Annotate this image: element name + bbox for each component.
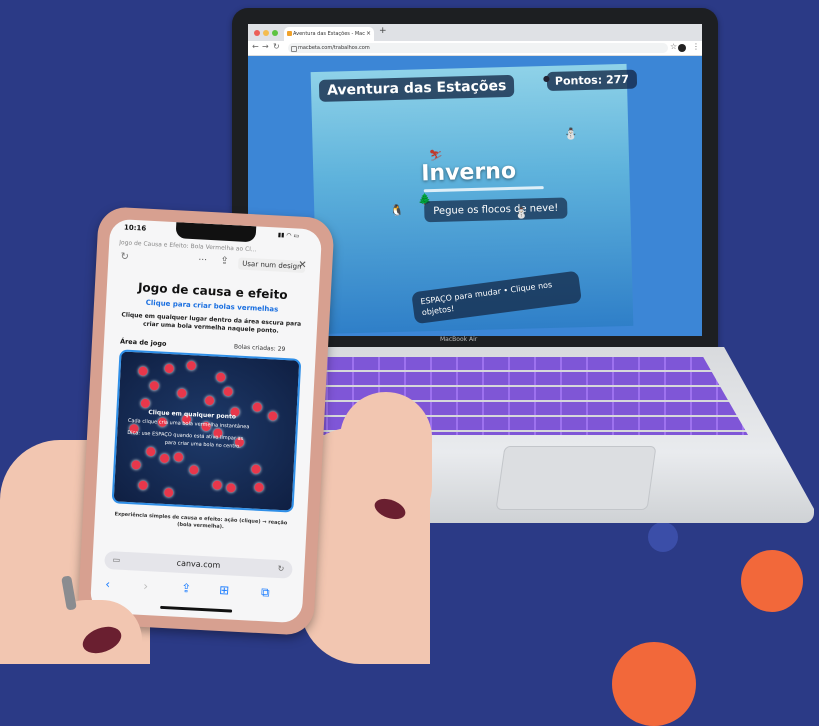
back-icon[interactable]: ‹	[105, 577, 111, 591]
red-ball[interactable]	[204, 395, 215, 406]
lock-icon	[291, 46, 297, 52]
snowman-icon[interactable]: ⛄	[564, 127, 578, 140]
profile-avatar-icon[interactable]	[678, 44, 686, 52]
address-bar[interactable]: ▭ canva.com ↻	[104, 550, 293, 579]
game-title: Aventura das Estações	[318, 74, 515, 102]
safari-bottom-bar: ‹ › ⇪ ⊞ ⧉	[91, 574, 304, 607]
red-ball[interactable]	[226, 483, 236, 493]
season-title: Inverno	[420, 158, 517, 187]
favicon-icon	[287, 31, 292, 36]
share-icon[interactable]: ⇪	[220, 256, 229, 267]
tabs-overview-icon[interactable]: ⧉	[261, 585, 270, 600]
red-ball[interactable]	[164, 363, 174, 374]
overlay-tip: para criar uma bola no centro.	[164, 439, 241, 450]
red-ball[interactable]	[173, 452, 184, 462]
red-ball[interactable]	[163, 487, 174, 498]
reload-icon[interactable]: ↻	[273, 42, 280, 51]
red-ball[interactable]	[186, 360, 197, 371]
use-design-button[interactable]: Usar num design	[237, 257, 306, 273]
red-ball[interactable]	[216, 372, 226, 382]
window-maximize-button[interactable]	[272, 30, 278, 36]
menu-dots-icon[interactable]: ⋮	[692, 42, 700, 51]
game-score: Pontos: 277	[546, 69, 638, 91]
play-area[interactable]: Clique em qualquer ponto Cada clique cri…	[111, 349, 302, 513]
red-ball[interactable]	[140, 398, 151, 409]
controls-hint: ESPAÇO para mudar • Clique nos objetos!	[411, 270, 582, 325]
browser-tab[interactable]: Aventura das Estações - Mac ×	[284, 27, 374, 41]
laptop-brand-label: MacBook Air	[440, 336, 478, 343]
phone: 10:16 ▮▮ ◠ ▭ Jogo de Causa e Efeito: Bol…	[77, 206, 335, 636]
balls-counter: Bolas criadas: 29	[233, 343, 286, 354]
bookmarks-icon[interactable]: ⊞	[219, 583, 230, 598]
red-ball[interactable]	[251, 464, 261, 474]
snowflake-icon[interactable]: ●	[543, 74, 550, 83]
address-text: canva.com	[176, 558, 221, 570]
forward-arrow-icon[interactable]: →	[262, 42, 269, 51]
phone-notch	[175, 222, 257, 243]
window-close-button[interactable]	[254, 30, 260, 36]
game-frame[interactable]: Aventura das Estações Pontos: 277 ● ⛄ ⛷ …	[310, 63, 638, 335]
red-ball[interactable]	[223, 386, 233, 397]
red-ball[interactable]	[252, 402, 263, 412]
red-ball[interactable]	[146, 446, 156, 457]
play-area-label: Área de jogo	[119, 337, 167, 348]
browser-address-bar: ← → ↻ macbeta.com/trabalhos.com ☆ ⋮	[248, 41, 702, 56]
red-ball[interactable]	[138, 366, 148, 376]
red-ball[interactable]	[138, 480, 148, 491]
app-instructions: Clique em qualquer lugar dentro da área …	[121, 311, 302, 335]
penguin-icon[interactable]: 🐧	[390, 204, 404, 217]
decorative-blue-circle	[648, 522, 678, 552]
status-icons: ▮▮ ◠ ▭	[277, 231, 300, 240]
home-indicator	[160, 605, 233, 613]
window-minimize-button[interactable]	[263, 30, 269, 36]
url-input[interactable]: macbeta.com/trabalhos.com	[288, 43, 668, 53]
new-tab-icon[interactable]: +	[379, 26, 387, 36]
url-text: macbeta.com/trabalhos.com	[298, 45, 370, 51]
reload-icon[interactable]: ↻	[277, 560, 285, 578]
snowman-icon[interactable]: ⛄	[514, 207, 528, 220]
tab-close-icon[interactable]: ×	[366, 27, 371, 41]
footer-note: Experiência simples de causa e efeito: a…	[114, 511, 288, 531]
back-arrow-icon[interactable]: ←	[252, 42, 259, 51]
browser-tab-title: Aventura das Estações - Mac	[293, 31, 365, 37]
red-ball[interactable]	[254, 482, 264, 493]
red-ball[interactable]	[159, 453, 170, 464]
browser-tab-bar: Aventura das Estações - Mac × +	[248, 24, 702, 41]
close-icon[interactable]: ✕	[298, 260, 307, 271]
season-underline	[423, 186, 544, 193]
reload-icon[interactable]: ↻	[120, 251, 129, 262]
trackpad[interactable]	[495, 446, 657, 510]
red-ball[interactable]	[177, 388, 187, 398]
status-time: 10:16	[123, 223, 147, 233]
phone-screen: 10:16 ▮▮ ◠ ▭ Jogo de Causa e Efeito: Bol…	[89, 218, 323, 624]
red-ball[interactable]	[131, 460, 141, 470]
red-ball[interactable]	[212, 480, 222, 490]
bookmark-star-icon[interactable]: ☆	[670, 42, 677, 51]
red-ball[interactable]	[149, 381, 160, 391]
season-hint: Pegue os flocos de neve!	[424, 197, 568, 223]
red-ball[interactable]	[189, 465, 199, 475]
forward-icon[interactable]: ›	[143, 579, 149, 593]
decorative-orange-circle-bottom	[612, 642, 696, 726]
more-options-icon[interactable]: ···	[198, 255, 207, 265]
red-ball[interactable]	[268, 411, 278, 421]
share-icon[interactable]: ⇪	[181, 581, 192, 596]
tabs-icon[interactable]: ▭	[112, 551, 120, 569]
decorative-orange-circle	[741, 550, 803, 612]
